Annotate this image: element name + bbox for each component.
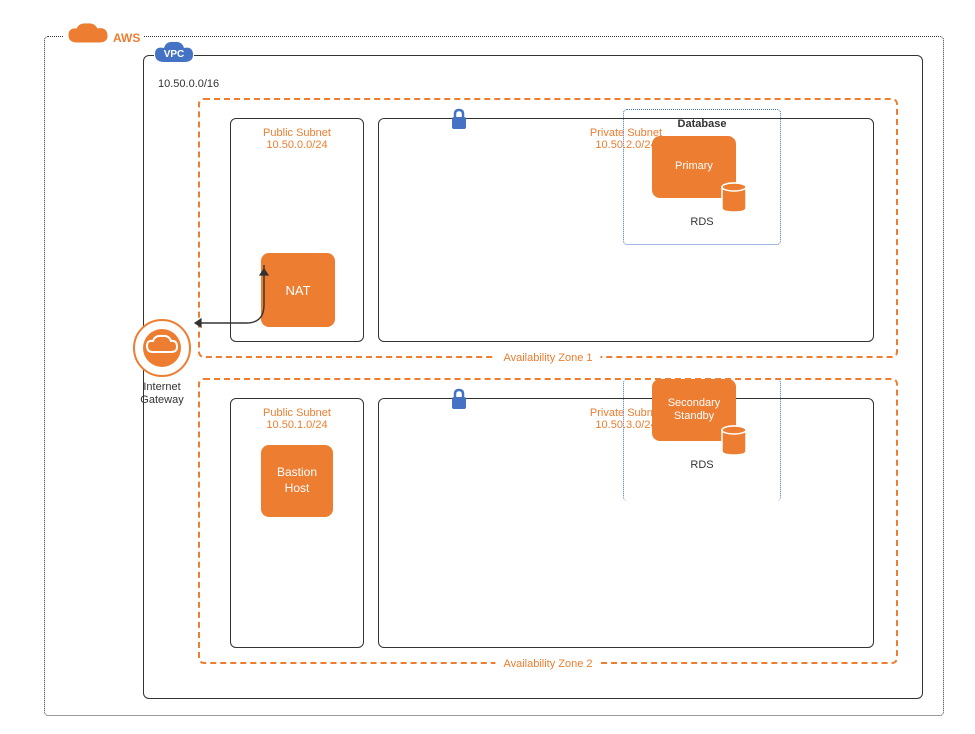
public-subnet-az2: Public Subnet 10.50.1.0/24 Bastion Host	[230, 398, 364, 648]
subnet-cidr: 10.50.1.0/24	[231, 419, 363, 431]
az-label: Availability Zone 1	[495, 352, 600, 364]
vpc-cloud-icon: VPC	[154, 40, 194, 75]
subnet-cidr: 10.50.0.0/24	[231, 139, 363, 151]
rds-primary: Primary RDS	[652, 136, 752, 228]
database-icon	[720, 182, 748, 214]
lock-icon	[449, 387, 469, 416]
database-group-az1: Database Primary RDS	[623, 109, 781, 245]
aws-region-container: AWS VPC 10.50.0.0/16 Public Subnet 10.50…	[44, 36, 944, 716]
db-instance-box: Secondary Standby	[652, 379, 736, 441]
igw-circle-icon	[133, 319, 191, 377]
rds-label: RDS	[652, 216, 752, 228]
internet-gateway: Internet Gateway	[133, 319, 191, 407]
db-instance-label: Secondary Standby	[668, 397, 721, 423]
private-subnet-az1: Private Subnet 10.50.2.0/24 Database Pri…	[378, 118, 874, 342]
subnet-title: Public Subnet	[231, 119, 363, 139]
bastion-host: Bastion Host	[261, 445, 333, 517]
svg-text:VPC: VPC	[164, 49, 185, 60]
vpc-container: VPC 10.50.0.0/16 Public Subnet 10.50.0.0…	[143, 55, 923, 699]
availability-zone-2: Public Subnet 10.50.1.0/24 Bastion Host …	[198, 378, 898, 664]
bastion-label: Bastion Host	[277, 465, 317, 496]
igw-label: Internet Gateway	[133, 381, 191, 407]
vpc-cidr-label: 10.50.0.0/16	[158, 78, 219, 90]
rds-label: RDS	[652, 459, 752, 471]
rds-secondary: Secondary Standby RDS	[652, 379, 752, 471]
nat-to-igw-connector	[187, 265, 307, 355]
aws-label: AWS	[109, 31, 144, 45]
private-subnet-az2: Private Subnet 10.50.3.0/24 Secondary St…	[378, 398, 874, 648]
aws-cloud-icon	[63, 22, 113, 55]
lock-icon	[449, 107, 469, 136]
database-title: Database	[652, 118, 752, 130]
db-instance-label: Primary	[675, 160, 713, 173]
subnet-title: Public Subnet	[231, 399, 363, 419]
database-group-az2: Secondary Standby RDS	[623, 379, 781, 501]
az-label: Availability Zone 2	[495, 658, 600, 670]
database-icon	[720, 425, 748, 457]
db-instance-box: Primary	[652, 136, 736, 198]
